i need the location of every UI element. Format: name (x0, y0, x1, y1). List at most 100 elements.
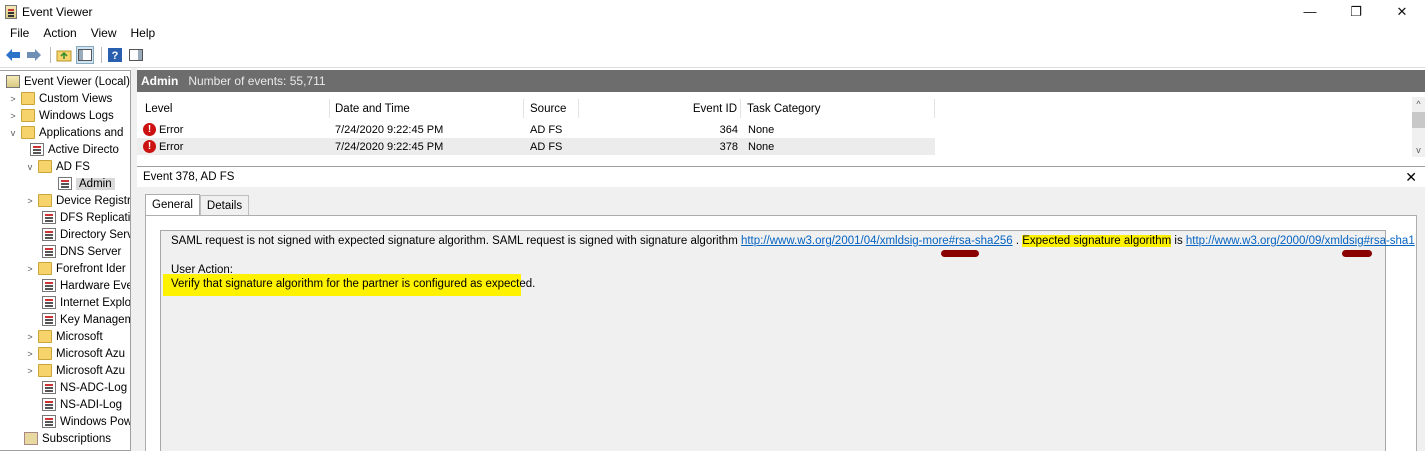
tree-item-adfs[interactable]: v AD FS (25, 158, 90, 175)
tree-item-directory-service[interactable]: Directory Serv (42, 226, 130, 243)
tree-item-dfs-replication[interactable]: DFS Replicatic (42, 209, 130, 226)
tree-item-dns-server[interactable]: DNS Server (42, 243, 121, 260)
highlighted-expected: Expected signature algorithm (1022, 235, 1172, 247)
chevron-right-icon[interactable]: > (25, 366, 35, 376)
folder-icon (38, 347, 52, 360)
tree-item-internet-explorer[interactable]: Internet Explo (42, 294, 130, 311)
tree-item-admin[interactable]: Admin (58, 175, 115, 192)
event-count: Number of events: 55,711 (188, 74, 326, 88)
tree-item-forefront-identity[interactable]: > Forefront Ider (25, 260, 126, 277)
folder-icon (38, 330, 52, 343)
task-category-cell: None (748, 123, 775, 136)
menu-file[interactable]: File (3, 26, 36, 40)
toolbar-separator (50, 47, 51, 63)
close-icon[interactable]: ✕ (1405, 169, 1417, 186)
folder-icon (38, 262, 52, 275)
tree-item-windows-logs[interactable]: > Windows Logs (8, 107, 114, 124)
menu-action[interactable]: Action (36, 26, 83, 40)
tree-item-custom-views[interactable]: > Custom Views (8, 90, 112, 107)
event-viewer-app-icon (5, 4, 17, 19)
column-source[interactable]: Source (524, 99, 579, 118)
chevron-right-icon[interactable]: > (25, 264, 35, 274)
redaction-mark (1342, 250, 1372, 257)
show-hide-tree-icon[interactable] (76, 46, 94, 64)
tree-item-microsoft-azure-2[interactable]: > Microsoft Azu (25, 362, 125, 379)
event-details-pane: Event 378, AD FS ✕ General Details SAML … (137, 166, 1425, 451)
datetime-cell: 7/24/2020 9:22:45 PM (335, 123, 444, 136)
tree-item-root[interactable]: Event Viewer (Local) (6, 73, 130, 90)
message-line: SAML request is not signed with expected… (171, 235, 1415, 247)
folder-icon (38, 160, 52, 173)
action-pane-icon[interactable] (127, 46, 145, 64)
column-date-time[interactable]: Date and Time (330, 99, 524, 118)
tree-item-active-directory[interactable]: Active Directo (30, 141, 119, 158)
log-icon (58, 177, 72, 190)
event-viewer-icon (6, 75, 20, 88)
svg-text:?: ? (112, 50, 119, 62)
log-icon (42, 313, 56, 326)
scroll-down-icon[interactable]: v (1412, 143, 1425, 156)
tab-details[interactable]: Details (199, 195, 250, 215)
close-window-button[interactable]: ✕ (1379, 0, 1425, 23)
log-icon (42, 296, 56, 309)
folder-icon (21, 92, 35, 105)
datetime-cell: 7/24/2020 9:22:45 PM (335, 140, 444, 153)
tree-item-subscriptions[interactable]: Subscriptions (24, 430, 111, 447)
tree-item-key-management[interactable]: Key Managem (42, 311, 130, 328)
event-description[interactable]: SAML request is not signed with expected… (160, 230, 1415, 451)
console-tree: Event Viewer (Local) > Custom Views > Wi… (0, 70, 131, 451)
events-scrollbar[interactable]: ^ v (1412, 97, 1425, 157)
tree-item-applications[interactable]: v Applications and (8, 124, 123, 141)
restore-button[interactable]: ❐ (1333, 0, 1379, 23)
back-arrow-icon[interactable] (4, 46, 22, 64)
link-rsa-sha256[interactable]: http://www.w3.org/2001/04/xmldsig-more#r… (741, 235, 1013, 247)
chevron-right-icon[interactable]: > (25, 332, 35, 342)
chevron-right-icon[interactable]: > (25, 196, 35, 206)
toolbar: ? (0, 43, 1425, 68)
forward-arrow-icon[interactable] (25, 46, 43, 64)
error-icon: ! (143, 140, 156, 153)
log-icon (42, 398, 56, 411)
log-icon (42, 279, 56, 292)
chevron-right-icon[interactable]: > (25, 349, 35, 359)
details-header: Event 378, AD FS (137, 167, 1425, 187)
task-category-cell: None (748, 140, 775, 153)
log-icon (42, 415, 56, 428)
log-icon (42, 245, 56, 258)
minimize-button[interactable]: — (1287, 0, 1333, 23)
up-folder-icon[interactable] (55, 46, 73, 64)
tree-item-device-registration[interactable]: > Device Registr (25, 192, 130, 209)
tree-item-microsoft-azure-1[interactable]: > Microsoft Azu (25, 345, 125, 362)
level-cell: ! Error (143, 138, 183, 155)
tree-item-microsoft[interactable]: > Microsoft (25, 328, 103, 345)
column-task-category[interactable]: Task Category (741, 99, 935, 118)
tree-item-windows-powershell[interactable]: Windows Pow (42, 413, 130, 430)
help-icon[interactable]: ? (106, 46, 124, 64)
menu-view[interactable]: View (84, 26, 124, 40)
level-cell: ! Error (143, 121, 183, 138)
tree-item-ns-adi-log[interactable]: NS-ADI-Log (42, 396, 122, 413)
scroll-up-icon[interactable]: ^ (1412, 97, 1425, 110)
menu-help[interactable]: Help (124, 26, 163, 40)
link-rsa-sha1[interactable]: http://www.w3.org/2000/09/xmldsig#rsa-sh… (1186, 235, 1415, 247)
user-action-text: Verify that signature algorithm for the … (171, 278, 536, 290)
chevron-right-icon[interactable]: > (8, 94, 18, 104)
chevron-right-icon[interactable]: > (8, 111, 18, 121)
event-id-cell: 364 (719, 123, 738, 136)
events-table: Level Date and Time Source Event ID Task… (137, 96, 1412, 158)
log-icon (30, 143, 44, 156)
column-level[interactable]: Level (137, 99, 330, 118)
chevron-down-icon[interactable]: v (8, 128, 18, 138)
general-tab-body: SAML request is not signed with expected… (145, 215, 1417, 451)
chevron-down-icon[interactable]: v (25, 162, 35, 172)
pane-header: Admin Number of events: 55,711 (137, 70, 1425, 92)
tree-item-hardware-events[interactable]: Hardware Eve (42, 277, 130, 294)
source-cell: AD FS (530, 123, 563, 136)
scroll-thumb[interactable] (1412, 112, 1425, 128)
log-icon (42, 211, 56, 224)
tab-general[interactable]: General (145, 194, 200, 215)
column-event-id[interactable]: Event ID (579, 99, 741, 118)
folder-icon (38, 194, 52, 207)
folder-icon (21, 126, 35, 139)
tree-item-ns-adc-log[interactable]: NS-ADC-Log (42, 379, 127, 396)
